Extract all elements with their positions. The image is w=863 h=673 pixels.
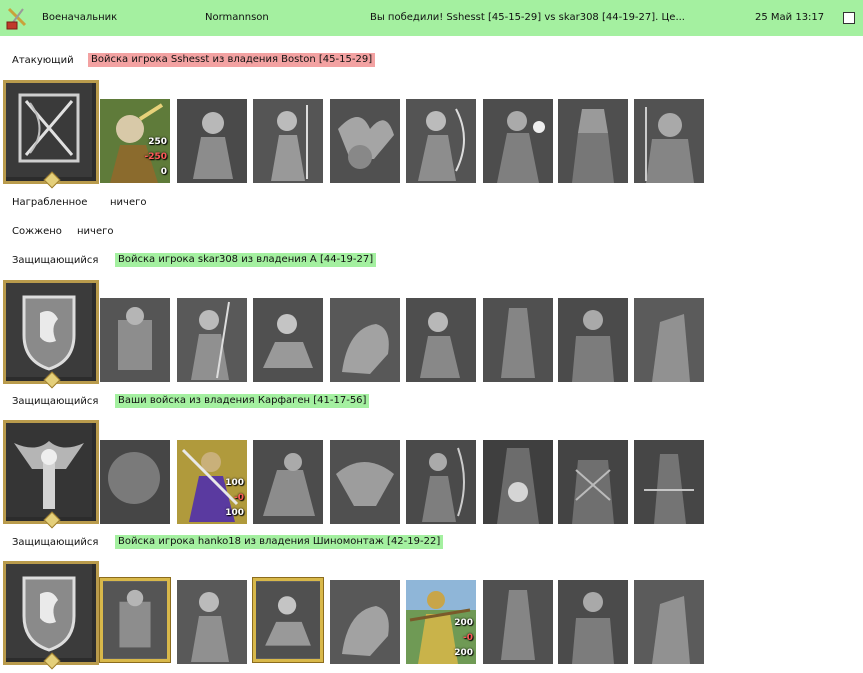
unit-slot-8[interactable] (634, 298, 704, 382)
player-name-link[interactable]: Normannson (205, 12, 269, 23)
unit-slot-2[interactable]: 100 -0 100 (177, 440, 247, 524)
unit-count-before: 200 (454, 618, 473, 628)
unit-slot-6[interactable] (483, 99, 553, 183)
unit-slot-5[interactable] (406, 440, 476, 524)
unit-slot-4[interactable] (330, 99, 400, 183)
unit-slot-7[interactable] (558, 440, 628, 524)
unit-count-lost: -250 (144, 152, 167, 162)
unit-slot-7[interactable] (558, 580, 628, 664)
unit-slot-3-highlighted[interactable] (253, 578, 323, 662)
unit-slot-1[interactable] (100, 298, 170, 382)
unit-slot-7[interactable] (558, 298, 628, 382)
unit-slot-8[interactable] (634, 440, 704, 524)
battle-datetime: 25 Май 13:17 (755, 12, 825, 23)
battle-result-summary[interactable]: Вы победили! Sshesst [45-15-29] vs skar3… (370, 12, 685, 23)
unit-slot-2[interactable] (177, 580, 247, 664)
unit-count-after: 100 (225, 508, 244, 518)
unit-slot-2[interactable] (177, 99, 247, 183)
unit-count-lost: -0 (463, 633, 473, 643)
unit-count-after: 0 (160, 167, 167, 177)
defender-label: Защищающийся (12, 255, 99, 266)
unit-slot-3[interactable] (253, 440, 323, 524)
unit-slot-6[interactable] (483, 298, 553, 382)
unit-slot-4[interactable] (330, 580, 400, 664)
unit-slot-8[interactable] (634, 99, 704, 183)
sword-shield-logo-icon (6, 7, 27, 30)
unit-slot-1[interactable] (100, 440, 170, 524)
unit-slot-6[interactable] (483, 440, 553, 524)
unit-slot-8[interactable] (634, 580, 704, 664)
unit-slot-2[interactable] (177, 298, 247, 382)
defender-label: Защищающийся (12, 396, 99, 407)
bow-crest-icon (6, 83, 92, 177)
unit-count-after: 200 (454, 648, 473, 658)
unit-count-before: 100 (225, 478, 244, 488)
defender-army-link[interactable]: Войска игрока skar308 из владения А [44-… (115, 253, 377, 267)
unit-slot-3[interactable] (253, 99, 323, 183)
burned-value: ничего (77, 226, 114, 237)
unit-slot-5[interactable] (406, 298, 476, 382)
attacker-label: Атакующий (12, 55, 74, 66)
own-army-link[interactable]: Ваши войска из владения Карфаген [41-17-… (115, 394, 370, 408)
unit-slot-1[interactable]: 250 -250 0 (100, 99, 170, 183)
own-hero-portrait[interactable] (3, 420, 99, 524)
unit-count-lost: -0 (234, 493, 244, 503)
unit-slot-7[interactable] (558, 99, 628, 183)
unit-slot-4[interactable] (330, 440, 400, 524)
battle-report-header: Военачальник Normannson Вы победили! Ssh… (0, 0, 863, 36)
unit-slot-1-highlighted[interactable] (100, 578, 170, 662)
unit-slot-5[interactable] (406, 99, 476, 183)
defender-hero-portrait[interactable] (3, 280, 99, 384)
demon-crest-icon (6, 423, 92, 517)
unit-slot-6[interactable] (483, 580, 553, 664)
loot-label: Награбленное (12, 197, 88, 208)
lion-shield-crest-icon (6, 283, 92, 377)
select-checkbox[interactable] (843, 12, 855, 24)
burned-label: Сожжено (12, 226, 62, 237)
unit-slot-4[interactable] (330, 298, 400, 382)
defender-army-link[interactable]: Войска игрока hanko18 из владения Шиномо… (115, 535, 444, 549)
unit-count-before: 250 (148, 137, 167, 147)
defender-label: Защищающийся (12, 537, 99, 548)
unit-slot-3[interactable] (253, 298, 323, 382)
lion-shield-crest-icon (6, 564, 92, 658)
unit-slot-5[interactable]: 200 -0 200 (406, 580, 476, 664)
attacker-hero-portrait[interactable] (3, 80, 99, 184)
player-role: Военачальник (42, 12, 118, 23)
loot-value: ничего (110, 197, 147, 208)
attacker-army-link[interactable]: Войска игрока Sshesst из владения Boston… (88, 53, 376, 67)
defender-hero-portrait[interactable] (3, 561, 99, 665)
